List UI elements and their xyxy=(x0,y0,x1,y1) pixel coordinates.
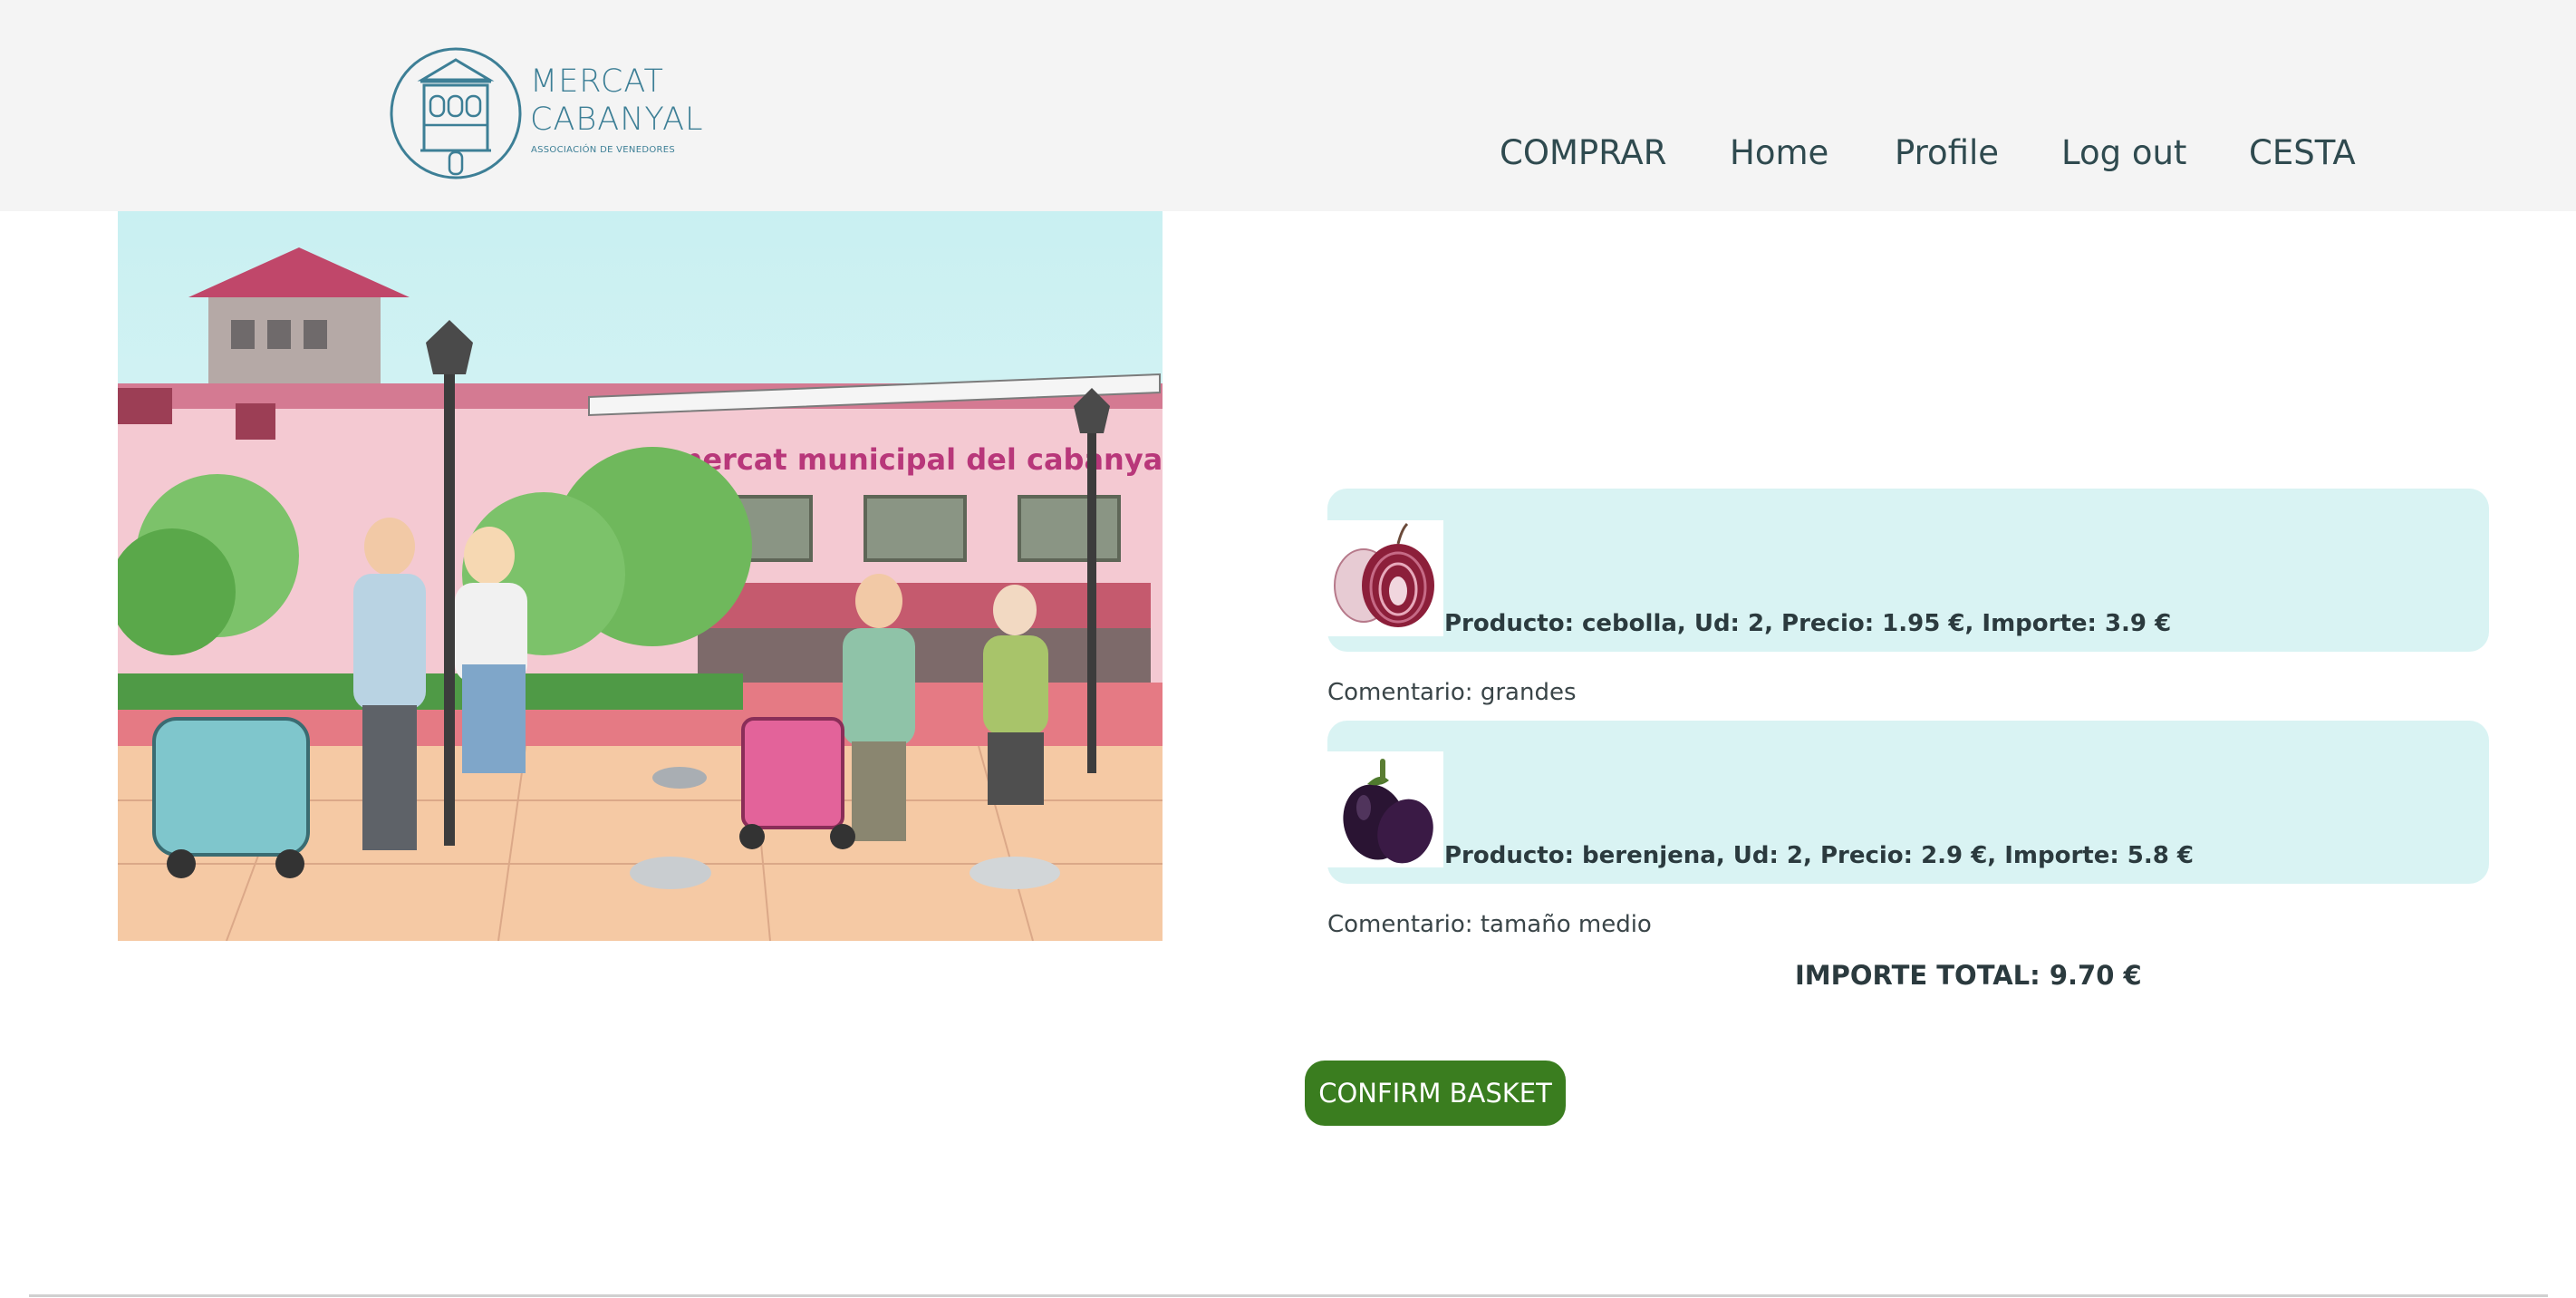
mercat-cabanyal-logo[interactable]: MERCAT CABANYAL ASSOCIACIÓN DE VENEDORES xyxy=(388,44,714,184)
logo-subtitle: ASSOCIACIÓN DE VENEDORES xyxy=(531,145,676,155)
logo-text-mercat: MERCAT xyxy=(530,63,664,100)
basket-item-comment: Comentario: tamaño medio xyxy=(1327,911,1652,938)
nav-comprar[interactable]: COMPRAR xyxy=(1500,133,1666,172)
nav-cesta[interactable]: CESTA xyxy=(2249,133,2356,172)
market-illustration: mercat municipal del cabanyal xyxy=(118,211,1163,941)
logo-text-cabanyal: CABANYAL xyxy=(530,102,704,138)
basket-item-text: Producto: cebolla, Ud: 2, Precio: 1.95 €… xyxy=(1444,610,2172,637)
onion-image xyxy=(1327,520,1443,636)
basket-total: IMPORTE TOTAL: 9.70 € xyxy=(1795,960,2142,991)
eggplant-icon xyxy=(1343,759,1433,864)
basket-item-card: Producto: berenjena, Ud: 2, Precio: 2.9 … xyxy=(1327,721,2489,884)
confirm-basket-button[interactable]: CONFIRM BASKET xyxy=(1305,1061,1566,1126)
market-building-logo-icon xyxy=(390,47,522,179)
market-scene-image: mercat municipal del cabanyal xyxy=(118,211,1163,941)
basket-item-card: Producto: cebolla, Ud: 2, Precio: 1.95 €… xyxy=(1327,489,2489,652)
nav-home[interactable]: Home xyxy=(1730,133,1828,172)
site-header: MERCAT CABANYAL ASSOCIACIÓN DE VENEDORES… xyxy=(0,0,2576,211)
nav-log-out[interactable]: Log out xyxy=(2061,133,2186,172)
basket-item-comment: Comentario: grandes xyxy=(1327,679,1577,706)
onion-icon xyxy=(1334,522,1434,627)
basket-item-text: Producto: berenjena, Ud: 2, Precio: 2.9 … xyxy=(1444,842,2194,869)
page-divider xyxy=(29,1294,2548,1297)
eggplant-image xyxy=(1327,751,1443,867)
nav-profile[interactable]: Profile xyxy=(1895,133,1999,172)
